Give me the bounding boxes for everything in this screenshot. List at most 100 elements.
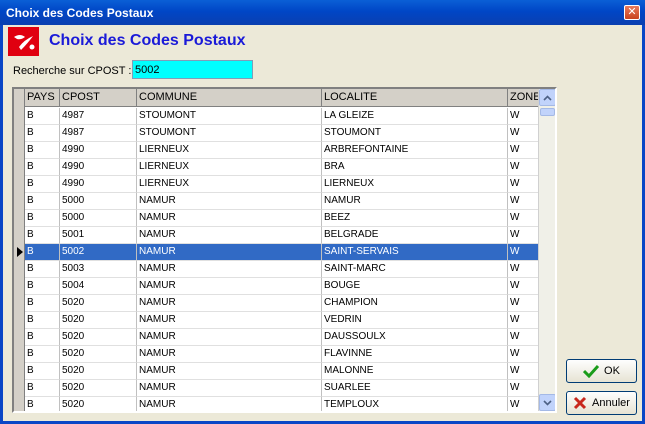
cell-zone: W: [508, 346, 539, 363]
header-col-localite[interactable]: LOCALITE: [322, 89, 508, 107]
postal-codes-grid[interactable]: PAYS CPOST COMMUNE LOCALITE ZONE B 4987 STOUMO…: [12, 87, 557, 413]
cross-icon: [573, 396, 587, 410]
cell-cpost: 5020: [60, 329, 137, 346]
cell-cpost: 5004: [60, 278, 137, 295]
table-row[interactable]: B 4990 LIERNEUX BRA W: [25, 159, 539, 176]
table-row[interactable]: B 5020 NAMUR FLAVINNE W: [25, 346, 539, 363]
page-title: Choix des Codes Postaux: [49, 32, 246, 49]
scroll-up-button[interactable]: [539, 89, 555, 106]
cell-pays: B: [25, 295, 60, 312]
cell-cpost: 4990: [60, 159, 137, 176]
cell-localite: BOUGE: [322, 278, 508, 295]
cancel-button[interactable]: Annuler: [566, 391, 637, 415]
cell-cpost: 5003: [60, 261, 137, 278]
ok-label: OK: [604, 365, 620, 377]
cell-zone: W: [508, 108, 539, 125]
vertical-scrollbar[interactable]: [538, 89, 555, 411]
cell-commune: NAMUR: [137, 244, 322, 261]
cell-cpost: 5020: [60, 312, 137, 329]
cell-localite: FLAVINNE: [322, 346, 508, 363]
table-row[interactable]: B 5004 NAMUR BOUGE W: [25, 278, 539, 295]
cell-zone: W: [508, 261, 539, 278]
table-row[interactable]: B 4990 LIERNEUX ARBREFONTAINE W: [25, 142, 539, 159]
scroll-thumb[interactable]: [540, 108, 555, 116]
cancel-label: Annuler: [592, 397, 630, 409]
table-row[interactable]: B 5020 NAMUR SUARLEE W: [25, 380, 539, 397]
cell-localite: VEDRIN: [322, 312, 508, 329]
table-row[interactable]: B 5020 NAMUR DAUSSOULX W: [25, 329, 539, 346]
cell-pays: B: [25, 397, 60, 411]
table-row[interactable]: B 5020 NAMUR VEDRIN W: [25, 312, 539, 329]
cell-cpost: 4990: [60, 142, 137, 159]
cell-commune: NAMUR: [137, 363, 322, 380]
table-row[interactable]: B 5003 NAMUR SAINT-MARC W: [25, 261, 539, 278]
cell-pays: B: [25, 329, 60, 346]
cell-cpost: 5000: [60, 210, 137, 227]
cell-cpost: 4987: [60, 108, 137, 125]
table-row[interactable]: B 5002 NAMUR SAINT-SERVAIS W: [25, 244, 539, 261]
cell-zone: W: [508, 295, 539, 312]
cell-commune: NAMUR: [137, 295, 322, 312]
grid-header: PAYS CPOST COMMUNE LOCALITE ZONE: [25, 89, 541, 107]
table-row[interactable]: B 5000 NAMUR NAMUR W: [25, 193, 539, 210]
current-row-arrow-icon: [17, 247, 23, 257]
table-row[interactable]: B 5001 NAMUR BELGRADE W: [25, 227, 539, 244]
scroll-down-button[interactable]: [539, 394, 555, 411]
search-input[interactable]: [132, 60, 253, 79]
header-col-commune[interactable]: COMMUNE: [137, 89, 322, 107]
window-titlebar: Choix des Codes Postaux ✕: [0, 0, 645, 25]
cell-zone: W: [508, 176, 539, 193]
cell-localite: NAMUR: [322, 193, 508, 210]
table-row[interactable]: B 5020 NAMUR CHAMPION W: [25, 295, 539, 312]
cell-cpost: 5020: [60, 397, 137, 411]
cell-commune: NAMUR: [137, 227, 322, 244]
table-row[interactable]: B 5020 NAMUR TEMPLOUX W: [25, 397, 539, 411]
cell-zone: W: [508, 210, 539, 227]
cell-localite: SAINT-MARC: [322, 261, 508, 278]
cell-pays: B: [25, 176, 60, 193]
cell-cpost: 4987: [60, 125, 137, 142]
cell-zone: W: [508, 397, 539, 411]
table-row[interactable]: B 5020 NAMUR MALONNE W: [25, 363, 539, 380]
cell-pays: B: [25, 159, 60, 176]
cell-pays: B: [25, 363, 60, 380]
cell-cpost: 5000: [60, 193, 137, 210]
cell-localite: SAINT-SERVAIS: [322, 244, 508, 261]
cell-localite: BRA: [322, 159, 508, 176]
cell-localite: BEEZ: [322, 210, 508, 227]
cell-pays: B: [25, 142, 60, 159]
grid-rows: B 4987 STOUMONT LA GLEIZE W B 4987 STOUMONT STOU…: [25, 108, 539, 411]
cell-commune: NAMUR: [137, 312, 322, 329]
table-row[interactable]: B 4987 STOUMONT STOUMONT W: [25, 125, 539, 142]
cell-commune: LIERNEUX: [137, 142, 322, 159]
cell-cpost: 4990: [60, 176, 137, 193]
cell-pays: B: [25, 108, 60, 125]
cell-commune: NAMUR: [137, 397, 322, 411]
cell-commune: LIERNEUX: [137, 159, 322, 176]
table-row[interactable]: B 4990 LIERNEUX LIERNEUX W: [25, 176, 539, 193]
header-col-cpost[interactable]: CPOST: [60, 89, 137, 107]
cell-zone: W: [508, 227, 539, 244]
cell-commune: NAMUR: [137, 380, 322, 397]
cell-localite: STOUMONT: [322, 125, 508, 142]
cell-pays: B: [25, 193, 60, 210]
cell-commune: NAMUR: [137, 329, 322, 346]
chevron-down-icon: [543, 399, 552, 406]
cell-commune: STOUMONT: [137, 108, 322, 125]
cell-localite: MALONNE: [322, 363, 508, 380]
cell-commune: NAMUR: [137, 278, 322, 295]
header-col-zone[interactable]: ZONE: [508, 89, 541, 107]
cell-zone: W: [508, 329, 539, 346]
header-col-pays[interactable]: PAYS: [25, 89, 60, 107]
cell-commune: LIERNEUX: [137, 176, 322, 193]
cell-zone: W: [508, 159, 539, 176]
cell-zone: W: [508, 363, 539, 380]
table-row[interactable]: B 5000 NAMUR BEEZ W: [25, 210, 539, 227]
cell-pays: B: [25, 244, 60, 261]
ok-button[interactable]: OK: [566, 359, 637, 383]
close-icon[interactable]: ✕: [624, 5, 640, 20]
cell-pays: B: [25, 227, 60, 244]
table-row[interactable]: B 4987 STOUMONT LA GLEIZE W: [25, 108, 539, 125]
cell-pays: B: [25, 346, 60, 363]
cell-localite: SUARLEE: [322, 380, 508, 397]
